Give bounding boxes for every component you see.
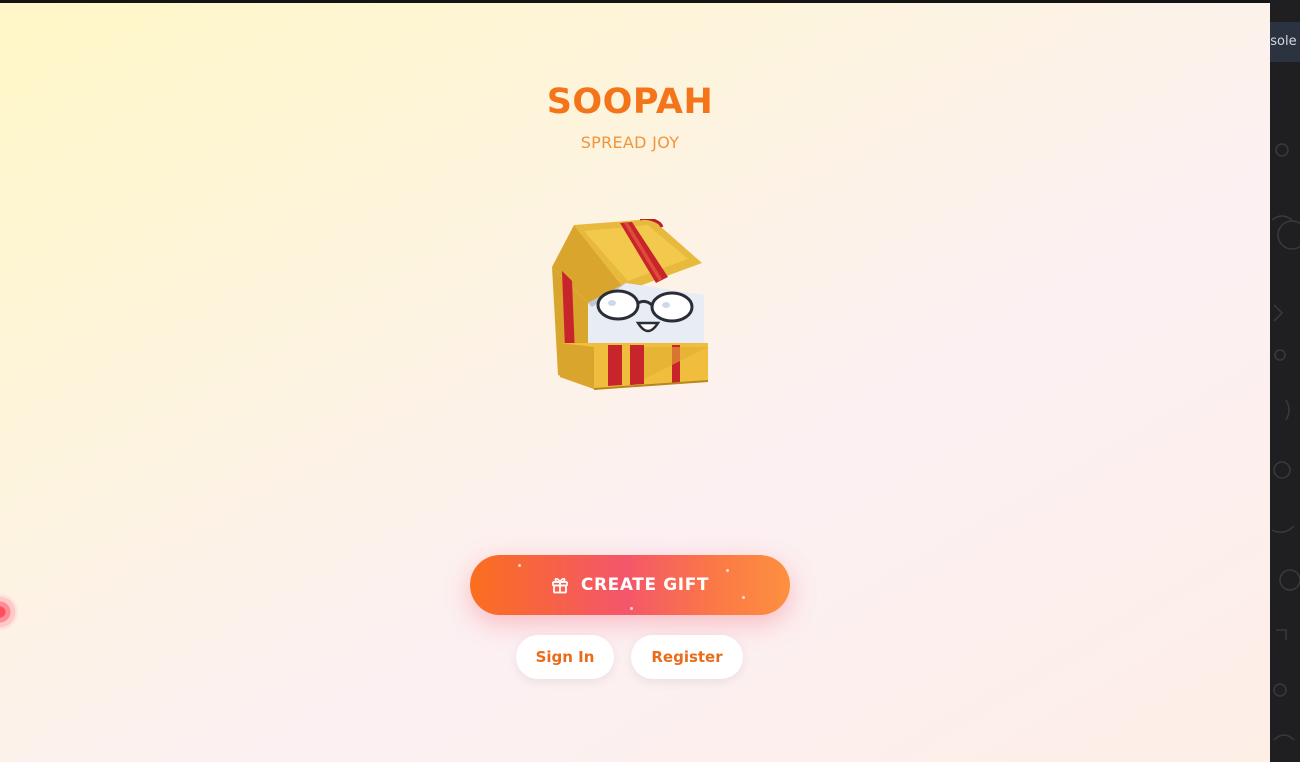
create-gift-label: CREATE GIFT [580,575,710,595]
create-gift-button[interactable]: CREATE GIFT [470,555,790,615]
devtools-console-tab[interactable]: nsole [1270,22,1300,62]
gift-box-mascot [548,217,712,391]
sign-in-button[interactable]: Sign In [516,635,614,679]
app-tagline: SPREAD JOY [580,133,680,152]
touch-indicator [0,594,18,630]
register-button[interactable]: Register [631,635,743,679]
gift-icon [551,576,569,594]
console-tab-label: nsole [1270,34,1297,49]
doodle-pattern [1271,143,1300,741]
app-viewport: SOOPAH SPREAD JOY CREATE GIFT Sign In Re… [0,3,1270,762]
devtools-panel: nsole [1270,0,1300,762]
app-title: SOOPAH [546,82,714,122]
